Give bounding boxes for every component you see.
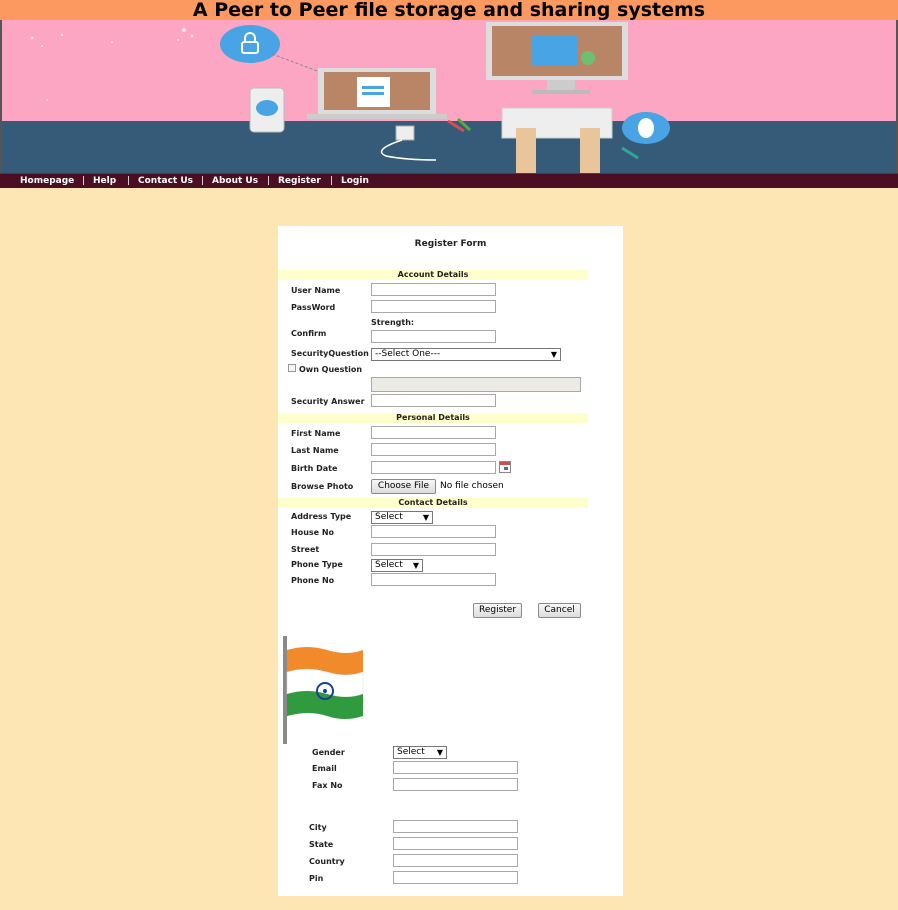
username-input[interactable] (371, 283, 496, 296)
nav-homepage-link[interactable]: Homepage (20, 174, 74, 188)
form-title: Register Form (414, 239, 487, 249)
city-input[interactable] (393, 820, 518, 833)
birth-date-input[interactable] (371, 461, 496, 474)
dropdown-arrow-icon: ▼ (550, 350, 557, 359)
security-question-label: SecurityQuestion (291, 349, 369, 358)
dropdown-arrow-icon: ▼ (422, 513, 429, 522)
confirm-password-input[interactable] (371, 330, 496, 343)
password-label: PassWord (291, 303, 336, 312)
house-no-label: House No (291, 528, 335, 537)
house-no-input[interactable] (371, 525, 496, 538)
header-banner-image (0, 20, 898, 173)
birth-date-label: Birth Date (291, 464, 338, 473)
register-button[interactable]: Register (473, 603, 522, 618)
gender-label: Gender (312, 748, 345, 757)
first-name-input[interactable] (371, 426, 496, 439)
username-label: User Name (291, 286, 341, 295)
nav-about-us-link[interactable]: About Us (212, 174, 258, 188)
email-input[interactable] (393, 761, 518, 774)
phone-no-input[interactable] (371, 573, 496, 586)
street-label: Street (291, 545, 320, 554)
dropdown-arrow-icon: ▼ (436, 748, 443, 757)
phone-type-label: Phone Type (291, 560, 343, 569)
state-input[interactable] (393, 837, 518, 850)
last-name-input[interactable] (371, 443, 496, 456)
own-question-input (371, 377, 581, 392)
nav-separator: | (82, 176, 86, 186)
email-label: Email (312, 764, 337, 773)
calendar-icon[interactable] (499, 461, 511, 473)
fax-no-input[interactable] (393, 778, 518, 791)
street-input[interactable] (371, 543, 496, 556)
phone-type-select[interactable]: Select ▼ (371, 559, 423, 572)
security-answer-input[interactable] (371, 394, 496, 407)
gender-select[interactable]: Select ▼ (393, 746, 447, 759)
fax-no-label: Fax No (312, 781, 343, 790)
pin-label: Pin (309, 874, 324, 883)
security-answer-label: Security Answer (291, 397, 365, 406)
address-type-value: Select (375, 512, 403, 522)
confirm-label: Confirm (291, 329, 327, 338)
password-strength-label: Strength: (371, 318, 415, 327)
nav-contact-us-link[interactable]: Contact Us (138, 174, 193, 188)
state-label: State (309, 840, 334, 849)
nav-separator: | (267, 176, 271, 186)
address-type-label: Address Type (291, 512, 352, 521)
nav-separator: | (127, 176, 131, 186)
section-header-personal: Personal Details (278, 413, 588, 423)
security-question-value: --Select One--- (375, 349, 441, 359)
nav-register-link[interactable]: Register (278, 174, 321, 188)
own-question-label: Own Question (299, 365, 363, 374)
file-status-text: No file chosen (440, 481, 504, 491)
india-flag-image (280, 630, 368, 744)
dropdown-arrow-icon: ▼ (412, 561, 419, 570)
own-question-checkbox[interactable] (288, 364, 296, 372)
gender-value: Select (397, 747, 425, 757)
pin-input[interactable] (393, 871, 518, 884)
nav-login-link[interactable]: Login (341, 174, 369, 188)
security-question-select[interactable]: --Select One--- ▼ (371, 348, 561, 361)
first-name-label: First Name (291, 429, 341, 438)
cancel-button[interactable]: Cancel (538, 603, 581, 618)
register-form-panel: Register Form Account Details User Name … (278, 226, 623, 896)
section-header-account: Account Details (278, 270, 588, 280)
password-input[interactable] (371, 300, 496, 313)
browse-photo-label: Browse Photo (291, 482, 354, 491)
city-label: City (309, 823, 327, 832)
choose-file-button[interactable]: Choose File (371, 479, 436, 494)
phone-no-label: Phone No (291, 576, 335, 585)
phone-type-value: Select (375, 560, 403, 570)
main-navigation: Homepage | Help | Contact Us | About Us … (0, 173, 898, 188)
nav-separator: | (201, 176, 205, 186)
site-title: A Peer to Peer file storage and sharing … (0, 0, 898, 20)
last-name-label: Last Name (291, 446, 339, 455)
section-header-contact: Contact Details (278, 498, 588, 508)
country-label: Country (309, 857, 345, 866)
nav-separator: | (330, 176, 334, 186)
nav-help-link[interactable]: Help (93, 174, 116, 188)
address-type-select[interactable]: Select ▼ (371, 511, 433, 524)
country-input[interactable] (393, 854, 518, 867)
